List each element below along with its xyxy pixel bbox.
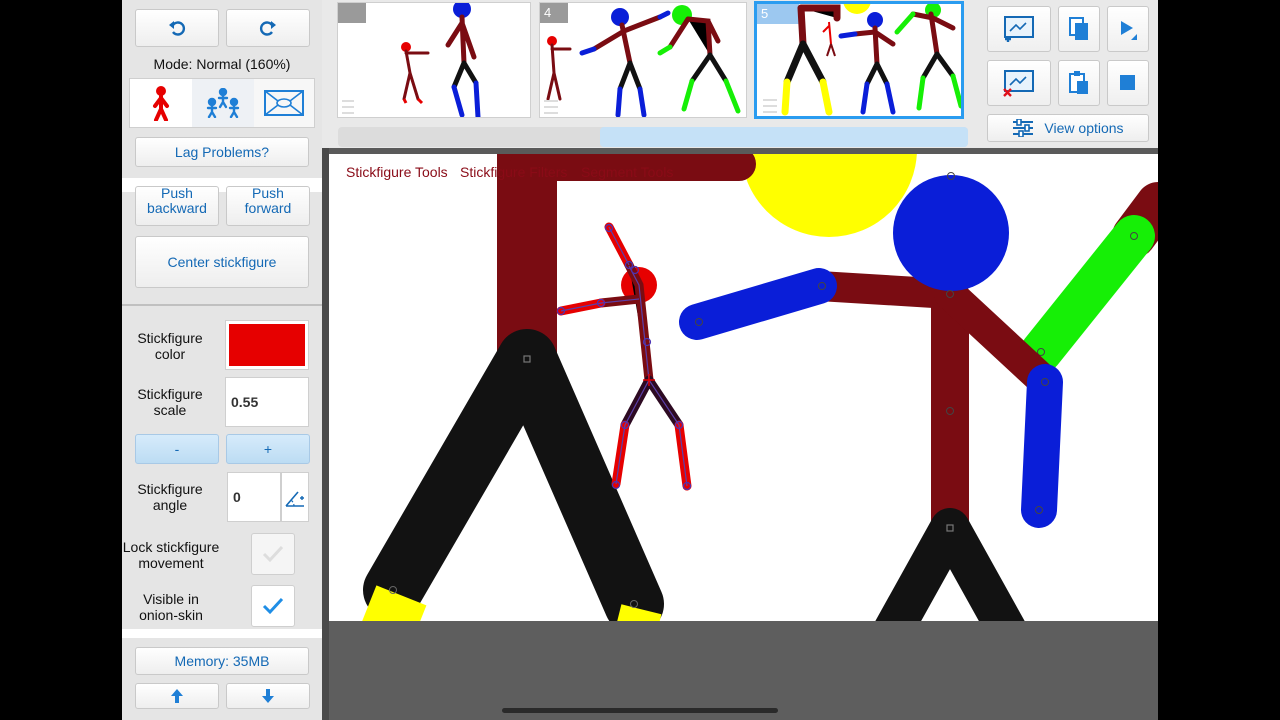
mode-group-button[interactable] (192, 79, 254, 127)
visible-onion-skin-label: Visible in onion-skin (139, 591, 203, 623)
lock-movement-checkbox[interactable] (251, 533, 295, 575)
scene-drawing (362, 154, 1158, 621)
scale-plus-button[interactable]: + (226, 434, 310, 464)
drawing-canvas[interactable]: Stickfigure Tools Stickfigure Filters Se… (329, 154, 1158, 621)
play-icon (1121, 21, 1137, 40)
lock-movement-label: Lock stickfigure movement (122, 539, 220, 571)
stop-icon (1120, 75, 1135, 90)
center-stickfigure-button[interactable]: Center stickfigure (135, 236, 309, 288)
push-backward-button[interactable]: Push backward (135, 186, 219, 226)
frame-thumbnail-selected[interactable]: 5 (754, 1, 964, 119)
visible-onion-skin-checkbox[interactable] (251, 585, 295, 627)
mode-single-button[interactable] (130, 79, 192, 127)
undo-button[interactable] (135, 9, 219, 47)
angle-icon (285, 491, 304, 507)
arrow-down-icon (262, 689, 274, 703)
panel-separator-white-2 (122, 629, 322, 638)
frame-preview (342, 3, 481, 117)
tab-segment-tools[interactable]: Segment Tools (581, 164, 673, 180)
frame-preview (763, 4, 961, 116)
panel-divider (122, 304, 322, 306)
undo-arrow-icon (169, 21, 185, 36)
home-indicator[interactable] (502, 708, 778, 713)
paste-icon (1069, 71, 1088, 94)
paste-frame-button[interactable] (1058, 60, 1100, 106)
push-backward-label: Push backward (147, 185, 207, 216)
stop-button[interactable] (1107, 60, 1149, 106)
redo-arrow-icon (260, 21, 276, 36)
redo-button[interactable] (226, 9, 310, 47)
timeline-scrollbar-thumb[interactable] (600, 127, 968, 147)
push-forward-label: Push forward (244, 185, 292, 216)
stickfigure-angle-input[interactable]: 0 (227, 472, 281, 522)
timeline-scrollbar-track[interactable] (338, 127, 968, 147)
memory-button[interactable]: Memory: 35MB (135, 647, 309, 675)
copy-frame-button[interactable] (1058, 6, 1100, 52)
stickfigure-scale-label: Stickfigure scale (137, 386, 203, 418)
sliders-icon (1013, 119, 1034, 137)
timeline-area: 4 5 View options (322, 0, 1158, 148)
play-button[interactable] (1107, 6, 1149, 52)
delete-frame-icon (1003, 70, 1034, 97)
push-forward-button[interactable]: Push forward (226, 186, 310, 226)
add-frame-icon (1004, 16, 1034, 42)
frame-thumbnail[interactable] (337, 2, 531, 118)
delete-frame-button[interactable] (987, 60, 1051, 106)
background-image-icon (264, 90, 304, 116)
stickfigure-angle-label: Stickfigure angle (137, 481, 203, 513)
lag-problems-button[interactable]: Lag Problems? (135, 137, 309, 167)
canvas-left-border (322, 148, 329, 720)
checkmark-faded-icon (262, 545, 284, 563)
group-figures-icon (206, 88, 240, 118)
stickfigure-color-swatch-button[interactable] (225, 320, 309, 370)
tab-stickfigure-tools[interactable]: Stickfigure Tools (346, 164, 448, 180)
copy-icon (1069, 17, 1088, 40)
stickfigure-red-icon (153, 86, 169, 121)
scale-minus-button[interactable]: - (135, 434, 219, 464)
stickfigure-color-label: Stickfigure color (137, 330, 203, 362)
canvas-bottom-area (329, 621, 1158, 720)
tab-stickfigure-filters[interactable]: Stickfigure Filters (460, 164, 567, 180)
left-panel: Mode: Normal (160%) Lag Problems? Push b… (122, 0, 322, 720)
stickfigure-scale-input[interactable]: 0.55 (225, 377, 309, 427)
mode-background-button[interactable] (254, 79, 314, 127)
mode-selector (129, 78, 315, 128)
move-up-button[interactable] (135, 683, 219, 709)
view-options-button[interactable]: View options (987, 114, 1149, 142)
angle-tool-button[interactable] (281, 472, 309, 522)
mode-label: Mode: Normal (160%) (153, 56, 291, 72)
add-frame-button[interactable] (987, 6, 1051, 52)
checkmark-icon (262, 597, 284, 615)
frame-preview (544, 5, 741, 117)
view-options-label: View options (1044, 120, 1124, 136)
frame-thumbnail[interactable]: 4 (539, 2, 747, 118)
color-swatch (229, 324, 305, 366)
arrow-up-icon (171, 689, 183, 703)
move-down-button[interactable] (226, 683, 310, 709)
